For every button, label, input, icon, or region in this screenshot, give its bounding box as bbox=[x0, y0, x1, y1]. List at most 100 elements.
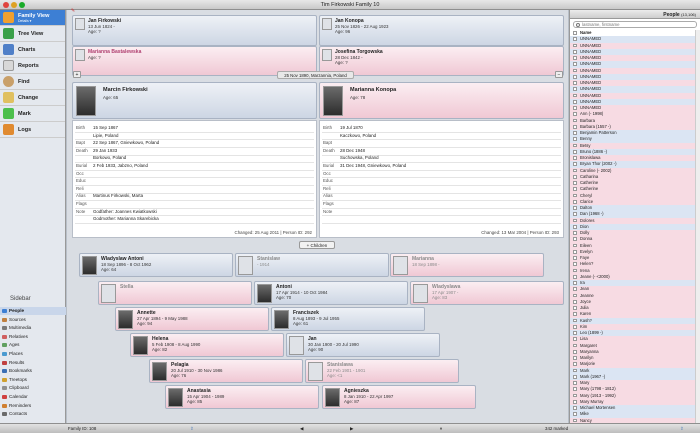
zoom-window-icon[interactable] bbox=[19, 2, 25, 8]
people-search-input[interactable]: lastname, firstname bbox=[573, 21, 697, 28]
sidebar-item-places[interactable]: Places bbox=[0, 350, 66, 358]
detail-value[interactable]: 15 Sep 1867 bbox=[93, 125, 118, 130]
child-card[interactable]: Jan 30 Jan 1900 - 20 Jul 1990 Age: 90 bbox=[286, 333, 440, 357]
grandmother-maternal-card[interactable]: Josefina Torgowska 28 Dec 1842 - Age: ? bbox=[319, 46, 564, 76]
export-icon[interactable]: ⇪ bbox=[680, 424, 684, 433]
mark-checkbox[interactable] bbox=[573, 181, 577, 185]
mark-checkbox[interactable] bbox=[573, 74, 577, 79]
people-list-scrollbar[interactable] bbox=[695, 30, 700, 423]
detail-value[interactable]: 29 Jan 1933 bbox=[93, 148, 117, 153]
child-card[interactable]: Stanislawa 22 Feb 1901 - 1901 Age: <1 bbox=[305, 359, 459, 383]
mark-checkbox[interactable] bbox=[573, 143, 577, 148]
mark-checkbox[interactable] bbox=[573, 149, 577, 154]
sidebar-item-calendar[interactable]: Calendar bbox=[0, 393, 66, 401]
mark-checkbox[interactable] bbox=[573, 399, 577, 404]
mark-checkbox[interactable] bbox=[573, 93, 577, 98]
mark-checkbox[interactable] bbox=[573, 62, 577, 67]
mark-checkbox[interactable] bbox=[573, 206, 577, 210]
nav-logs[interactable]: Logs bbox=[0, 122, 65, 138]
mark-checkbox[interactable] bbox=[573, 168, 577, 173]
mark-checkbox[interactable] bbox=[573, 268, 577, 273]
detail-value[interactable]: 22 Sep 1867, Gniewkowo, Poland bbox=[93, 140, 159, 145]
child-card[interactable]: Wladyslaw Antoni 18 Sep 1896 - 8 Oct 1962… bbox=[79, 253, 233, 277]
mark-checkbox[interactable] bbox=[573, 362, 577, 367]
mark-checkbox[interactable] bbox=[573, 231, 577, 235]
detail-value[interactable]: 31 Dec 1948, Gniewkowo, Poland bbox=[340, 163, 406, 168]
nav-change[interactable]: Change bbox=[0, 90, 65, 106]
nav-tree-view[interactable]: Tree View bbox=[0, 26, 65, 42]
child-card[interactable]: Stanislaw - 1914 bbox=[235, 253, 389, 277]
share-icon[interactable]: ⇪ bbox=[190, 424, 194, 433]
mark-checkbox[interactable] bbox=[573, 187, 577, 192]
detail-value[interactable]: Lipie, Poland bbox=[93, 133, 118, 138]
detail-value[interactable]: Suchowska, Poland bbox=[340, 155, 379, 160]
pause-icon[interactable]: ⏸ bbox=[440, 424, 442, 433]
mark-checkbox[interactable] bbox=[573, 118, 577, 123]
mark-checkbox[interactable] bbox=[573, 199, 577, 204]
mark-checkbox[interactable] bbox=[573, 293, 577, 298]
detail-value[interactable]: Kaczkowo, Poland bbox=[340, 133, 376, 138]
detail-value[interactable]: 19 Jul 1870 bbox=[340, 125, 363, 130]
nav-family-view-sub[interactable]: Details ▾ bbox=[18, 19, 49, 23]
sidebar-item-results[interactable]: Results bbox=[0, 359, 66, 367]
detail-value[interactable]: 28 Dec 1948 bbox=[340, 148, 365, 153]
child-card[interactable]: Anastasia 15 Apr 1904 - 1989 Age: 85 bbox=[165, 385, 319, 409]
prev-family-button[interactable]: ◀ bbox=[300, 424, 303, 433]
mark-checkbox[interactable] bbox=[573, 43, 577, 48]
detail-value[interactable]: Borkowo, Poland bbox=[93, 155, 126, 160]
child-card[interactable]: Wladyslawa 17 Apr 1907 - Age: 83 bbox=[410, 281, 564, 305]
add-parent-button[interactable]: + bbox=[73, 71, 81, 78]
mark-checkbox[interactable] bbox=[573, 281, 577, 285]
mark-checkbox[interactable] bbox=[573, 381, 577, 385]
marriage-bar[interactable]: 25 Nov 1890, Marzannia, Poland bbox=[277, 71, 354, 79]
child-card[interactable]: Antoni 17 Apr 1914 - 10 Oct 1984 Age: 70 bbox=[254, 281, 408, 305]
nav-family-view[interactable]: Family View Details ▾ bbox=[0, 10, 65, 26]
sidebar-item-ages[interactable]: Ages bbox=[0, 341, 66, 349]
mark-checkbox[interactable] bbox=[573, 87, 577, 92]
add-children-button[interactable]: + Children bbox=[299, 241, 335, 249]
mark-checkbox[interactable] bbox=[573, 374, 577, 379]
mark-checkbox[interactable] bbox=[573, 131, 577, 135]
child-card[interactable]: Helena 5 Feb 1908 - 8 Aug 1990 Age: 82 bbox=[130, 333, 284, 357]
grandfather-paternal-card[interactable]: Jan Firkowski 13 Jun 1824 - Age: ? bbox=[72, 15, 317, 46]
mark-checkbox[interactable] bbox=[573, 312, 577, 317]
mark-checkbox[interactable] bbox=[573, 37, 577, 42]
child-card[interactable]: Marianna 18 Sep 1898 - bbox=[390, 253, 544, 277]
husband-card[interactable]: Marcin Firkowski Age: 65 bbox=[72, 82, 317, 119]
mark-checkbox[interactable] bbox=[573, 49, 577, 54]
close-window-icon[interactable] bbox=[3, 2, 9, 8]
mark-checkbox[interactable] bbox=[573, 406, 577, 410]
mark-checkbox[interactable] bbox=[573, 412, 577, 417]
sidebar-item-multimedia[interactable]: Multimedia bbox=[0, 324, 66, 332]
mark-checkbox[interactable] bbox=[573, 218, 577, 223]
child-card[interactable]: Annette 27 Apr 1894 - 9 May 1988 Age: 94 bbox=[115, 307, 269, 331]
sidebar-item-reminders[interactable]: Reminders bbox=[0, 402, 66, 410]
sidebar-item-contacts[interactable]: Contacts bbox=[0, 410, 66, 418]
mark-checkbox[interactable] bbox=[573, 243, 577, 248]
remove-parent-button[interactable]: − bbox=[555, 71, 563, 78]
mark-checkbox[interactable] bbox=[573, 356, 577, 360]
child-card[interactable]: Pelagia 20 Jul 1910 - 30 Nov 1986 Age: 76 bbox=[149, 359, 303, 383]
wife-card[interactable]: Marianna Konopa Age: 78 bbox=[319, 82, 564, 119]
mark-checkbox[interactable] bbox=[573, 274, 577, 279]
mark-checkbox[interactable] bbox=[573, 156, 577, 160]
sidebar-item-relatives[interactable]: Relatives bbox=[0, 333, 66, 341]
mark-checkbox[interactable] bbox=[573, 387, 577, 392]
detail-value[interactable]: Martinus Firkowski, Marta bbox=[93, 193, 143, 198]
grandfather-maternal-card[interactable]: Jan Konopa 25 Nov 1826 - 22 Aug 1923 Age… bbox=[319, 15, 564, 46]
detail-value[interactable]: 2 Feb 1933, Jabzno, Poland bbox=[93, 163, 148, 168]
mark-checkbox[interactable] bbox=[573, 306, 577, 310]
detail-value[interactable]: Godmother: Marianna Skarebicka bbox=[93, 216, 159, 221]
nav-mark[interactable]: Mark bbox=[0, 106, 65, 122]
mark-checkbox[interactable] bbox=[573, 137, 577, 142]
sidebar-item-people[interactable]: People bbox=[0, 307, 66, 315]
sidebar-item-clipboard[interactable]: Clipboard bbox=[0, 384, 66, 392]
mark-checkbox[interactable] bbox=[573, 106, 577, 110]
mark-checkbox[interactable] bbox=[573, 174, 577, 179]
sidebar-item-bookmarks[interactable]: Bookmarks bbox=[0, 367, 66, 375]
mark-checkbox[interactable] bbox=[573, 331, 577, 335]
mark-checkbox[interactable] bbox=[573, 212, 577, 217]
mark-checkbox[interactable] bbox=[573, 112, 577, 117]
mark-checkbox[interactable] bbox=[573, 324, 577, 329]
nav-find[interactable]: Find bbox=[0, 74, 65, 90]
